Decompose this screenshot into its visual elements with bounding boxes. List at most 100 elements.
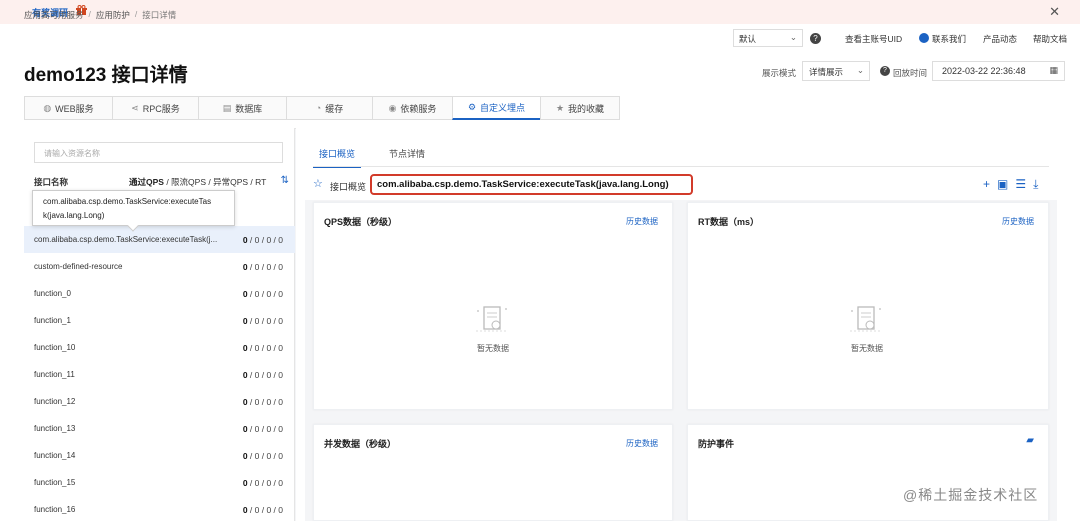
view-mode-select[interactable]: 详情展示 ⌄ (802, 61, 870, 81)
other-metrics: / 0 / 0 / 0 (247, 450, 283, 461)
divider (313, 166, 1049, 167)
other-metrics: / 0 / 0 / 0 (247, 342, 283, 353)
tab-favorites[interactable]: ★ 我的收藏 (540, 96, 620, 120)
uid-link[interactable]: 查看主账号UID (845, 33, 902, 45)
list-item[interactable]: function_10 0 / 0 / 0 / 0 (24, 334, 295, 361)
other-metrics: / 0 / 0 / 0 (247, 234, 283, 245)
replay-time-value: 2022-03-22 22:36:48 (942, 66, 1026, 76)
calendar-icon[interactable]: ▣ (997, 177, 1008, 192)
tab-rpc[interactable]: ⋖ RPC服务 (112, 96, 198, 120)
tab-label: 数据库 (235, 103, 263, 114)
resource-metrics: 0 / 0 / 0 / 0 (243, 478, 283, 488)
list-header: 接口名称 通过QPS / 限流QPS / 异常QPS / RT ⇅ (34, 175, 289, 188)
card-title: 防护事件 (698, 439, 735, 449)
concurrency-card: 并发数据（秒级） 历史数据 (313, 424, 673, 521)
contact-link[interactable]: 联系我们 (932, 33, 966, 45)
resource-metrics: 0 / 0 / 0 / 0 (243, 262, 283, 272)
list-item[interactable]: custom-defined-resource 0 / 0 / 0 / 0 (24, 253, 295, 280)
star-icon: ★ (555, 102, 565, 113)
tab-cache[interactable]: ◔ 缓存 (286, 96, 372, 120)
subtab-overview[interactable]: 接口概览 (313, 147, 362, 168)
column-name: 接口名称 (34, 177, 69, 187)
add-icon[interactable]: + (983, 177, 990, 192)
list-item[interactable]: function_11 0 / 0 / 0 / 0 (24, 361, 295, 388)
rt-card: RT数据（ms） 历史数据 暂无数据 (687, 202, 1049, 410)
star-icon[interactable]: ☆ (313, 177, 323, 190)
list-item[interactable]: function_12 0 / 0 / 0 / 0 (24, 388, 295, 415)
action-icons: + ▣ ☰ ⤓ (983, 177, 1038, 192)
list-item[interactable]: function_15 0 / 0 / 0 / 0 (24, 469, 295, 496)
globe-icon: ◍ (43, 102, 52, 113)
replay-time-picker[interactable]: 2022-03-22 22:36:48 ▦ (932, 61, 1065, 81)
help-icon[interactable]: ? (880, 66, 890, 76)
history-link[interactable]: 历史数据 (626, 216, 658, 227)
resource-metrics: 0 / 0 / 0 / 0 (243, 397, 283, 407)
other-metrics: / 0 / 0 / 0 (247, 288, 283, 299)
list-item[interactable]: com.alibaba.csp.demo.TaskService:execute… (24, 226, 295, 253)
protection-events-card: 防护事件 ▰ (687, 424, 1049, 521)
card-title: QPS数据（秒级） (324, 217, 398, 227)
replay-time-label: 回放时间 (893, 68, 928, 78)
resource-metrics: 0 / 0 / 0 / 0 (243, 235, 283, 245)
tab-label: 缓存 (325, 103, 344, 114)
breadcrumb: 应用高可用服务 / 应用防护 / 接口详情 (24, 9, 176, 21)
list-item[interactable]: function_13 0 / 0 / 0 / 0 (24, 415, 295, 442)
book-icon[interactable]: ▰ (1026, 435, 1034, 446)
column-rest: / 限流QPS / 异常QPS / RT (166, 177, 267, 187)
overview-label: 接口概览 (330, 182, 367, 192)
breadcrumb-current: 接口详情 (142, 10, 177, 20)
tab-label: RPC服务 (142, 103, 180, 114)
region-value: 默认 (739, 34, 757, 44)
subtab-node-detail[interactable]: 节点详情 (383, 147, 431, 168)
dependency-icon: ◉ (388, 102, 397, 113)
other-metrics: / 0 / 0 / 0 (247, 477, 283, 488)
resource-rows: com.alibaba.csp.demo.TaskService:execute… (24, 226, 295, 521)
list-item[interactable]: function_14 0 / 0 / 0 / 0 (24, 442, 295, 469)
resource-metrics: 0 / 0 / 0 / 0 (243, 316, 283, 326)
breadcrumb-separator: / (134, 9, 138, 19)
tooltip-line: com.alibaba.csp.demo.TaskService:execute… (43, 197, 212, 206)
list-item[interactable]: function_0 0 / 0 / 0 / 0 (24, 280, 295, 307)
breadcrumb-separator: / (88, 9, 91, 19)
docs-link[interactable]: 帮助文档 (1033, 33, 1067, 45)
help-icon[interactable]: ? (810, 33, 821, 44)
other-metrics: / 0 / 0 / 0 (247, 369, 283, 380)
other-metrics: / 0 / 0 / 0 (247, 315, 283, 326)
resource-metrics: 0 / 0 / 0 / 0 (243, 343, 283, 353)
download-icon[interactable]: ⤓ (1033, 177, 1038, 192)
other-metrics: / 0 / 0 / 0 (247, 396, 283, 407)
list-item[interactable]: function_16 0 / 0 / 0 / 0 (24, 496, 295, 521)
tab-custom-tracepoint[interactable]: ⚙ 自定义埋点 (452, 96, 540, 120)
card-title: RT数据（ms） (698, 217, 760, 227)
chevron-down-icon: ⌄ (789, 32, 797, 42)
history-link[interactable]: 历史数据 (1002, 216, 1034, 227)
sort-icon[interactable]: ⇅ (281, 175, 289, 186)
empty-data-icon (476, 306, 508, 332)
empty-data-icon (850, 306, 882, 332)
card-title: 并发数据（秒级） (324, 439, 397, 449)
tab-dependency[interactable]: ◉ 依赖服务 (372, 96, 452, 120)
resource-name-highlight: com.alibaba.csp.demo.TaskService:execute… (370, 174, 693, 195)
close-icon[interactable]: ✕ (1049, 4, 1060, 20)
region-select[interactable]: 默认 ⌄ (733, 29, 803, 47)
chevron-down-icon: ⌄ (856, 65, 864, 75)
tab-database[interactable]: ▤ 数据库 (198, 96, 286, 120)
other-metrics: / 0 / 0 / 0 (247, 504, 283, 515)
rules-icon[interactable]: ☰ (1015, 177, 1026, 192)
empty-data-text: 暂无数据 (477, 344, 509, 353)
history-link[interactable]: 历史数据 (626, 438, 658, 449)
list-item[interactable]: function_1 0 / 0 / 0 / 0 (24, 307, 295, 334)
breadcrumb-item[interactable]: 应用防护 (96, 9, 130, 21)
view-mode-value: 详情展示 (809, 67, 844, 77)
search-input[interactable]: 请输入资源名称 (34, 142, 283, 163)
gear-icon: ⚙ (467, 102, 477, 112)
breadcrumb-item[interactable]: 应用高可用服务 (24, 9, 84, 21)
column-metrics: 通过QPS / 限流QPS / 异常QPS / RT (129, 176, 266, 188)
share-icon: ⋖ (131, 102, 139, 113)
tab-web[interactable]: ◍ WEB服务 (24, 96, 112, 120)
resource-tooltip: com.alibaba.csp.demo.TaskService:execute… (32, 190, 235, 232)
other-metrics: / 0 / 0 / 0 (247, 423, 283, 434)
resource-metrics: 0 / 0 / 0 / 0 (243, 289, 283, 299)
calendar-icon: ▦ (1049, 65, 1058, 75)
news-link[interactable]: 产品动态 (983, 33, 1017, 45)
